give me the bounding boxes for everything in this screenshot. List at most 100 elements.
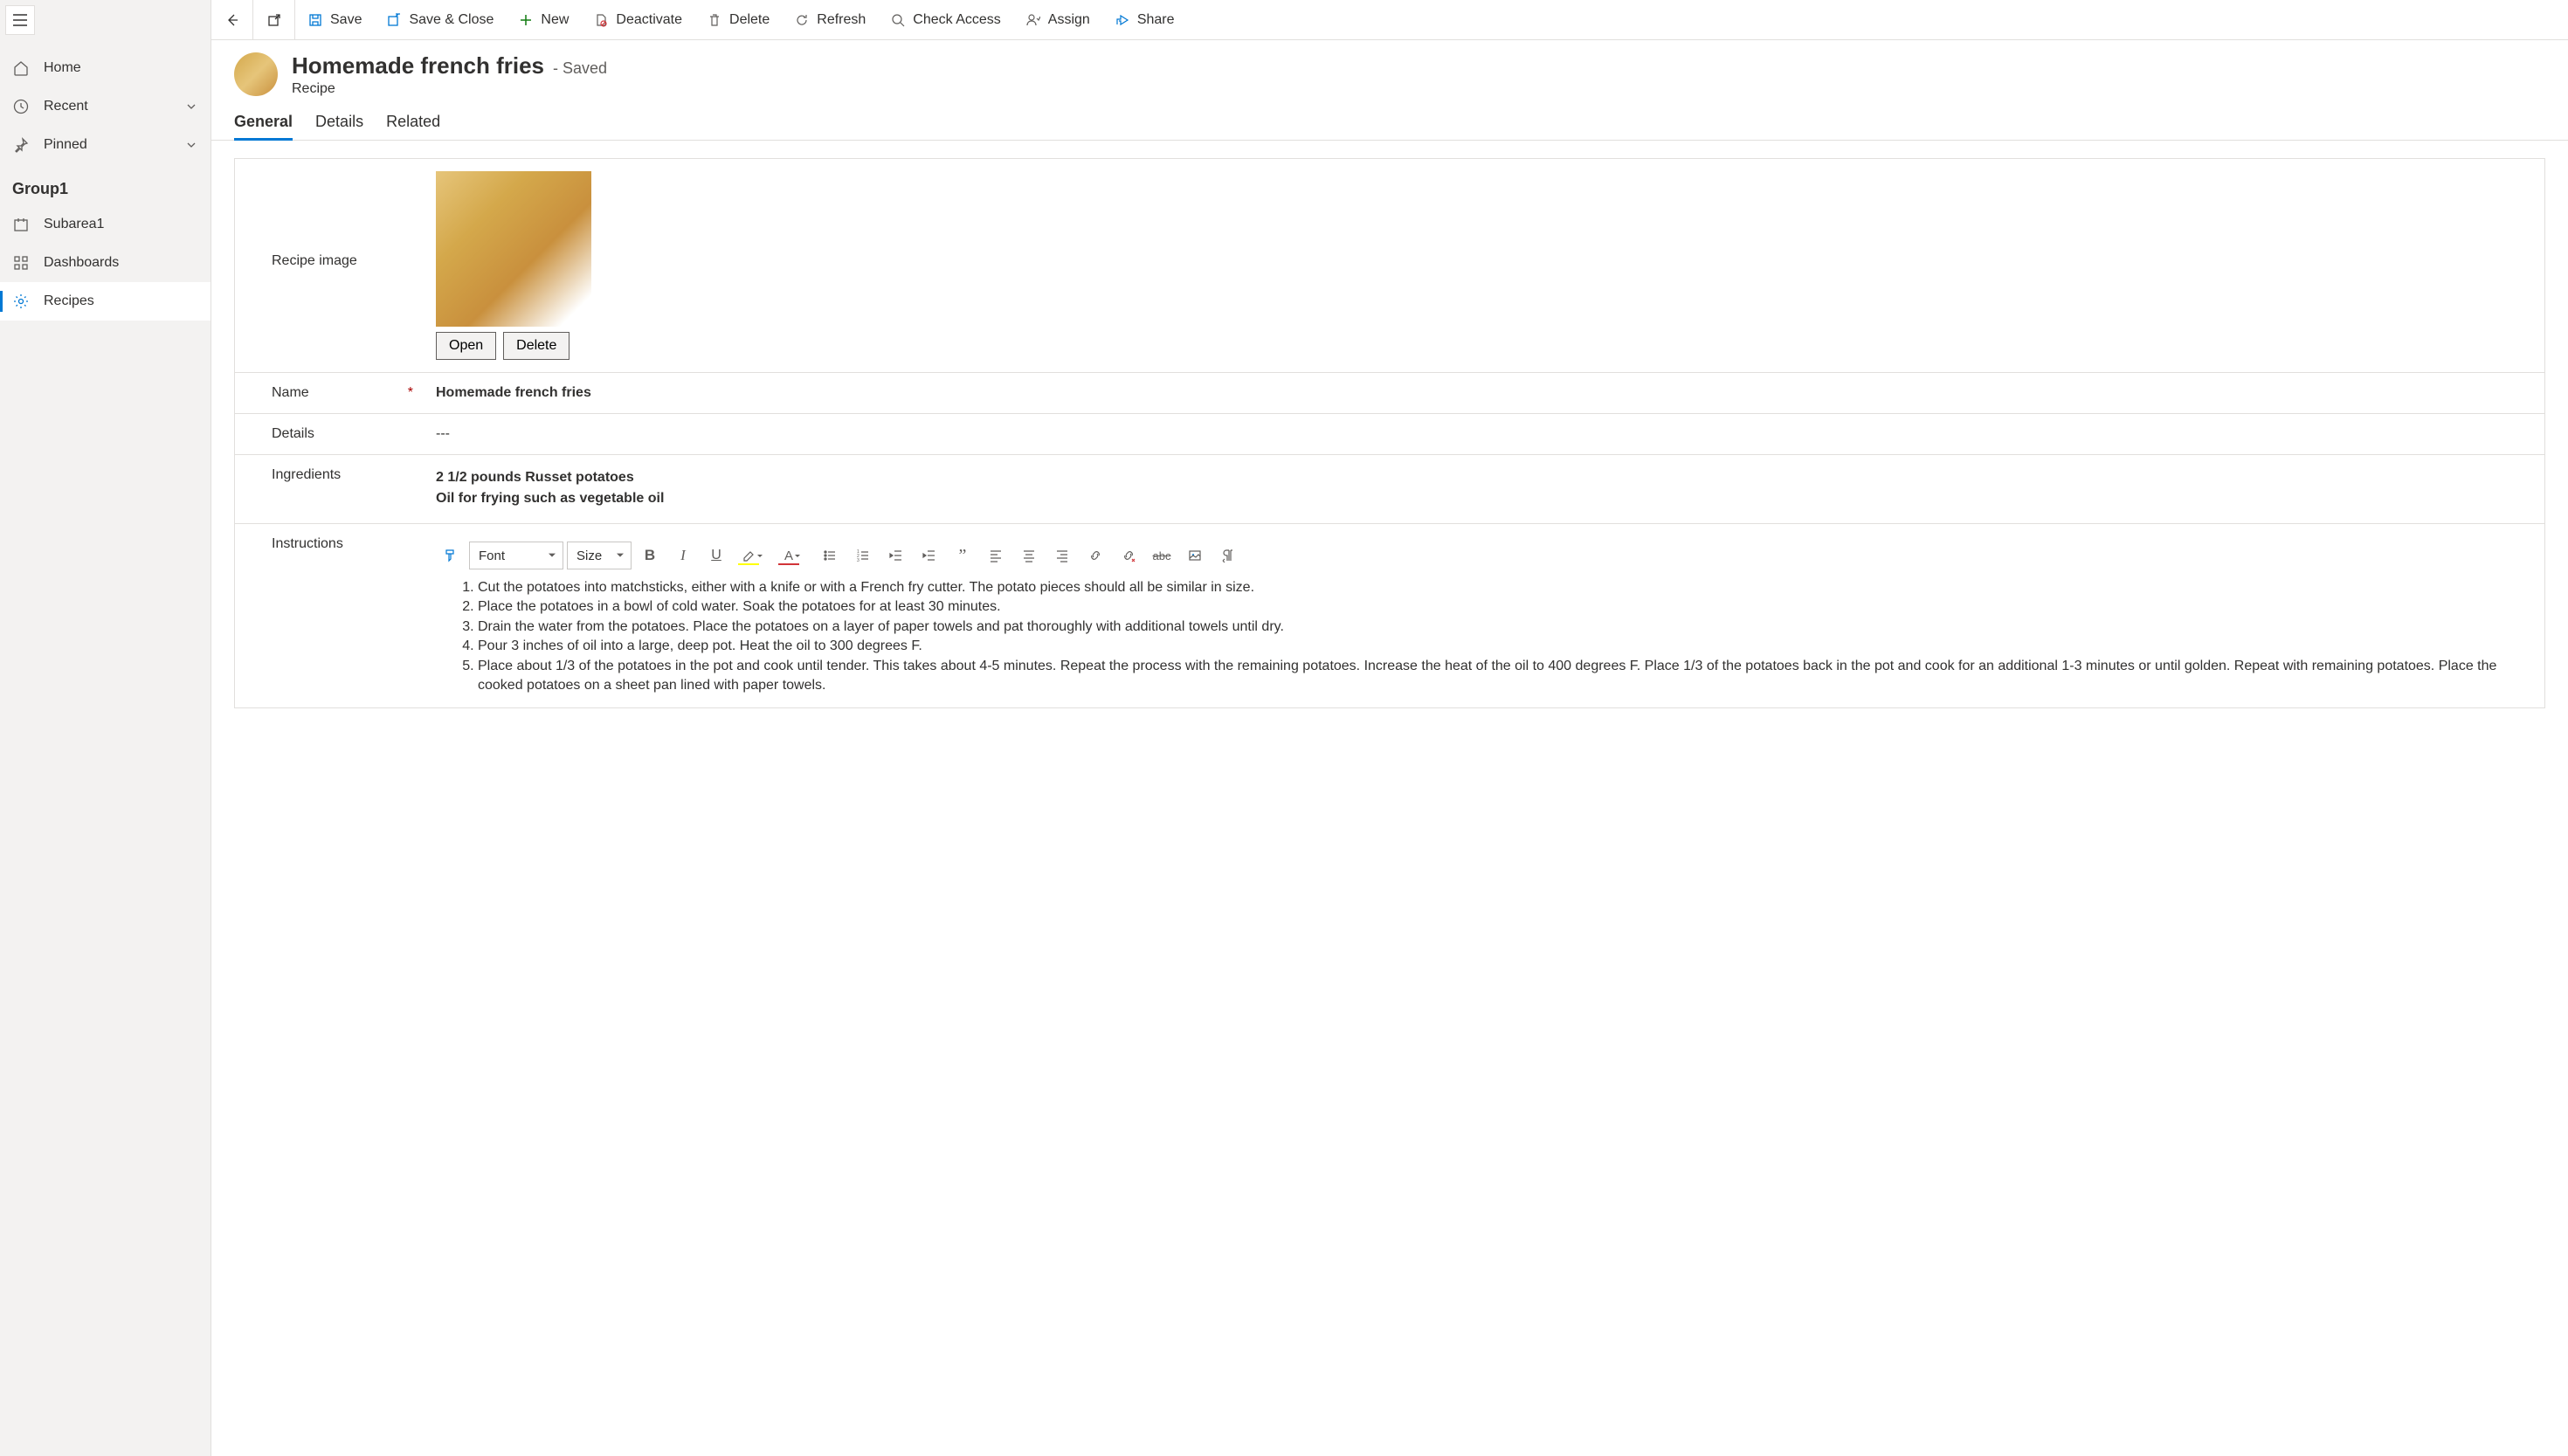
indent-icon	[922, 549, 936, 562]
cmd-label: Refresh	[817, 12, 866, 28]
share-icon	[1115, 12, 1130, 28]
font-color-button[interactable]: A	[775, 542, 811, 569]
underline-button[interactable]: U	[701, 542, 731, 569]
command-bar: Save Save & Close New	[211, 0, 2568, 40]
highlight-color-button[interactable]	[735, 542, 771, 569]
sidebar-item-recent[interactable]: Recent	[0, 87, 211, 126]
popout-icon	[267, 13, 281, 27]
share-button[interactable]: Share	[1102, 0, 1187, 39]
strikethrough-button[interactable]: abc	[1147, 542, 1177, 569]
record-title: Homemade french fries	[292, 52, 544, 79]
bullet-list-icon	[823, 549, 837, 562]
number-list-button[interactable]: 123	[848, 542, 878, 569]
ingredients-line: 2 1/2 pounds Russet potatoes	[436, 467, 2527, 488]
richtext-toolbar: Font Size B I U A	[436, 536, 2527, 578]
cmd-label: Assign	[1048, 12, 1090, 28]
dashboard-icon	[12, 254, 30, 272]
sidebar-item-pinned[interactable]: Pinned	[0, 126, 211, 164]
font-color-icon: A	[784, 549, 793, 563]
format-painter-button[interactable]	[436, 542, 466, 569]
italic-icon: I	[680, 547, 686, 564]
gear-icon	[12, 293, 30, 310]
sidebar-label: Recipes	[44, 293, 94, 309]
trash-icon	[707, 12, 722, 28]
strike-icon: abc	[1153, 549, 1171, 562]
instruction-item: Pour 3 inches of oil into a large, deep …	[478, 637, 2527, 656]
instructions-editor[interactable]: Cut the potatoes into matchsticks, eithe…	[436, 578, 2527, 695]
chevron-down-icon	[184, 138, 198, 152]
field-label-instructions: Instructions	[272, 536, 343, 552]
popout-button[interactable]	[253, 0, 295, 39]
font-select[interactable]: Font	[469, 542, 563, 569]
unlink-button[interactable]	[1114, 542, 1143, 569]
cmd-label: Delete	[729, 12, 770, 28]
sidebar-label: Dashboards	[44, 255, 119, 271]
pilcrow-icon	[1221, 549, 1235, 562]
refresh-button[interactable]: Refresh	[782, 0, 878, 39]
check-access-button[interactable]: Check Access	[878, 0, 1012, 39]
sidebar-item-recipes[interactable]: Recipes	[0, 282, 211, 321]
ingredients-line: Oil for frying such as vegetable oil	[436, 488, 2527, 509]
align-right-button[interactable]	[1047, 542, 1077, 569]
field-label-details: Details	[272, 426, 314, 442]
field-label-name: Name	[272, 385, 309, 401]
clock-icon	[12, 98, 30, 115]
indent-button[interactable]	[915, 542, 944, 569]
hamburger-icon	[13, 14, 27, 26]
module-icon	[12, 216, 30, 233]
image-open-button[interactable]: Open	[436, 332, 496, 360]
save-button[interactable]: Save	[295, 0, 374, 39]
tab-details[interactable]: Details	[315, 113, 363, 140]
link-button[interactable]	[1080, 542, 1110, 569]
unlink-icon	[1122, 549, 1136, 562]
assign-button[interactable]: Assign	[1013, 0, 1102, 39]
cmd-label: Deactivate	[616, 12, 682, 28]
back-button[interactable]	[211, 0, 253, 39]
tab-general[interactable]: General	[234, 113, 293, 140]
sidebar-label-home: Home	[44, 60, 81, 76]
sidebar-item-subarea1[interactable]: Subarea1	[0, 205, 211, 244]
hamburger-button[interactable]	[5, 5, 35, 35]
sidebar-item-home[interactable]: Home	[0, 49, 211, 87]
align-center-icon	[1022, 549, 1036, 562]
paint-icon	[444, 549, 458, 562]
record-subtitle: Recipe	[292, 81, 607, 97]
bullet-list-button[interactable]	[815, 542, 845, 569]
image-button[interactable]	[1180, 542, 1210, 569]
cmd-label: New	[541, 12, 569, 28]
sidebar-label-recent: Recent	[44, 99, 88, 114]
quote-icon: ”	[959, 546, 967, 566]
tab-related[interactable]: Related	[386, 113, 440, 140]
sidebar-item-dashboards[interactable]: Dashboards	[0, 244, 211, 282]
chevron-down-icon	[184, 100, 198, 114]
field-value-details[interactable]: ---	[436, 421, 2544, 447]
deactivate-button[interactable]: Deactivate	[581, 0, 694, 39]
size-select[interactable]: Size	[567, 542, 632, 569]
align-left-button[interactable]	[981, 542, 1011, 569]
highlight-icon	[742, 549, 756, 562]
instruction-item: Place the potatoes in a bowl of cold wat…	[478, 597, 2527, 617]
cmd-label: Save & Close	[409, 12, 494, 28]
italic-button[interactable]: I	[668, 542, 698, 569]
cmd-label: Check Access	[913, 12, 1000, 28]
new-button[interactable]: New	[506, 0, 581, 39]
ltr-button[interactable]	[1213, 542, 1243, 569]
field-value-ingredients[interactable]: 2 1/2 pounds Russet potatoes Oil for fry…	[436, 467, 2527, 511]
sidebar-group-header: Group1	[0, 164, 211, 205]
tabs: General Details Related	[211, 97, 2568, 141]
image-delete-button[interactable]: Delete	[503, 332, 570, 360]
recipe-image[interactable]	[436, 171, 591, 327]
outdent-button[interactable]	[881, 542, 911, 569]
pin-icon	[12, 136, 30, 154]
sidebar-label: Subarea1	[44, 217, 104, 232]
delete-button[interactable]: Delete	[694, 0, 782, 39]
refresh-icon	[794, 12, 810, 28]
align-center-button[interactable]	[1014, 542, 1044, 569]
sidebar: Home Recent Pinned Group1	[0, 0, 211, 1456]
field-value-name[interactable]: Homemade french fries	[436, 380, 2544, 406]
save-close-button[interactable]: Save & Close	[374, 0, 506, 39]
record-header: Homemade french fries - Saved Recipe	[211, 40, 2568, 97]
blockquote-button[interactable]: ”	[948, 542, 977, 569]
bold-button[interactable]: B	[635, 542, 665, 569]
image-icon	[1188, 549, 1202, 562]
